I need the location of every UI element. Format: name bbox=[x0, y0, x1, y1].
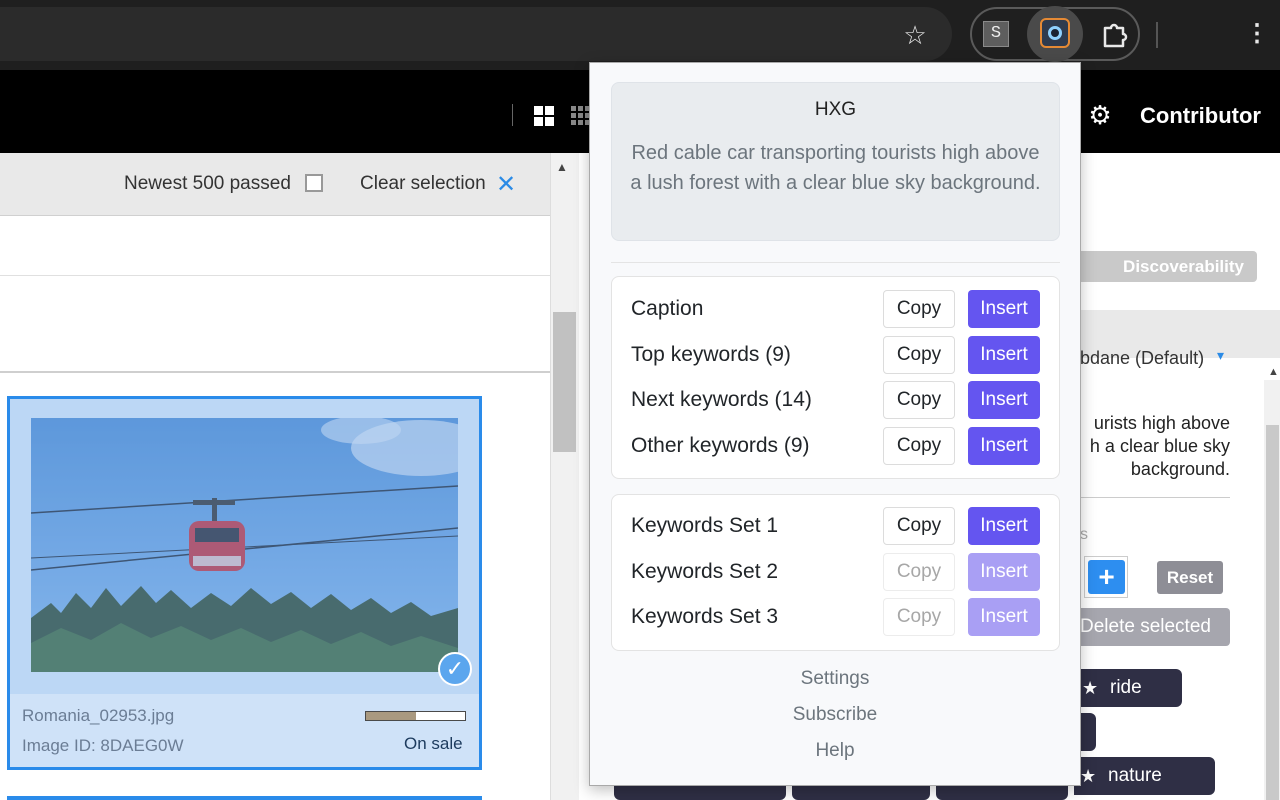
left-scrollbar-thumb[interactable] bbox=[553, 312, 576, 452]
clear-selection-button[interactable]: Clear selection bbox=[360, 173, 486, 195]
insert-top-keywords-button[interactable]: Insert bbox=[968, 336, 1040, 374]
keyword-tag[interactable] bbox=[614, 784, 786, 800]
bookmark-star-icon[interactable]: ☆ bbox=[897, 17, 933, 53]
keywords-set-3-label: Keywords Set 3 bbox=[631, 605, 779, 628]
keyword-tag[interactable]: ★ nature bbox=[1074, 757, 1215, 795]
subscribe-link[interactable]: Subscribe bbox=[589, 704, 1081, 726]
insert-set-1-button[interactable]: Insert bbox=[968, 507, 1040, 545]
keyword-tags-row bbox=[614, 784, 1074, 800]
language-caret-icon[interactable]: ▾ bbox=[1217, 347, 1224, 364]
extension-s-icon[interactable]: S bbox=[983, 21, 1009, 47]
keywords-set-2-label: Keywords Set 2 bbox=[631, 560, 779, 583]
copy-set-1-button[interactable]: Copy bbox=[883, 507, 955, 545]
description-line: urists high above bbox=[1093, 413, 1230, 433]
next-image-card[interactable] bbox=[7, 796, 482, 800]
image-status: On sale bbox=[404, 734, 463, 753]
keyword-tag-label: nature bbox=[1108, 765, 1162, 786]
selected-check-icon[interactable]: ✓ bbox=[438, 652, 472, 686]
copy-other-keywords-button[interactable]: Copy bbox=[883, 427, 955, 465]
newest-500-label: Newest 500 passed bbox=[124, 173, 291, 194]
divider bbox=[611, 262, 1060, 263]
divider bbox=[0, 275, 550, 276]
browser-menu-icon[interactable]: ⋮ bbox=[1245, 16, 1269, 52]
star-icon[interactable]: ★ bbox=[1080, 757, 1096, 795]
discoverability-tab[interactable]: Discoverability bbox=[1080, 251, 1257, 282]
copy-top-keywords-button[interactable]: Copy bbox=[883, 336, 955, 374]
scroll-up-arrow-icon[interactable]: ▲ bbox=[1268, 366, 1279, 378]
settings-link[interactable]: Settings bbox=[589, 668, 1081, 690]
copy-set-3-button[interactable]: Copy bbox=[883, 598, 955, 636]
address-bar[interactable] bbox=[0, 7, 952, 61]
image-id: Image ID: 8DAEG0W bbox=[22, 736, 184, 755]
puzzle-extensions-icon[interactable] bbox=[1097, 16, 1133, 52]
insert-next-keywords-button[interactable]: Insert bbox=[968, 381, 1040, 419]
settings-gear-icon[interactable]: ⚙ bbox=[1086, 100, 1114, 130]
contributor-label[interactable]: Contributor bbox=[1140, 103, 1261, 129]
mosaic-view-icon[interactable] bbox=[534, 106, 554, 126]
other-keywords-label: Other keywords (9) bbox=[631, 434, 810, 457]
copy-set-2-button[interactable]: Copy bbox=[883, 553, 955, 591]
description-line: background. bbox=[1130, 459, 1230, 479]
image-card-footer bbox=[10, 694, 479, 767]
caption-label: Caption bbox=[631, 297, 704, 320]
description-text: urists high above h a clear blue sky bac… bbox=[1080, 412, 1230, 481]
right-scrollbar-thumb[interactable] bbox=[1266, 425, 1279, 800]
star-icon[interactable]: ★ bbox=[1082, 669, 1098, 707]
description-line: h a clear blue sky bbox=[1089, 436, 1230, 456]
next-keywords-label: Next keywords (14) bbox=[631, 388, 812, 411]
clear-selection-icon[interactable]: ✕ bbox=[496, 170, 516, 199]
left-scrollbar[interactable] bbox=[550, 153, 579, 800]
help-link[interactable]: Help bbox=[589, 740, 1081, 762]
reset-button[interactable]: Reset bbox=[1157, 561, 1223, 594]
review-progress-fill bbox=[366, 712, 416, 720]
delete-selected-button[interactable]: Delete selected bbox=[1080, 608, 1230, 646]
toolbar-separator bbox=[1156, 22, 1158, 48]
divider bbox=[0, 371, 550, 373]
keyword-tag[interactable] bbox=[792, 784, 930, 800]
insert-other-keywords-button[interactable]: Insert bbox=[968, 427, 1040, 465]
selection-overlay bbox=[31, 418, 458, 672]
header-divider bbox=[512, 104, 513, 126]
image-filename: Romania_02953.jpg bbox=[22, 706, 175, 725]
copy-next-keywords-button[interactable]: Copy bbox=[883, 381, 955, 419]
newest-500-checkbox[interactable] bbox=[305, 174, 323, 192]
keyword-tag[interactable] bbox=[936, 784, 1068, 800]
keyword-tag-label: ride bbox=[1110, 677, 1142, 698]
divider bbox=[1080, 497, 1230, 498]
top-keywords-label: Top keywords (9) bbox=[631, 343, 791, 366]
add-keyword-button[interactable]: + bbox=[1088, 560, 1125, 594]
review-progress-bar bbox=[365, 711, 466, 721]
caption-summary-text: Red cable car transporting tourists high… bbox=[630, 142, 1041, 194]
keywords-label-fragment: s bbox=[1080, 526, 1088, 543]
scroll-up-arrow-icon[interactable]: ▲ bbox=[556, 160, 568, 174]
popup-title: HXG bbox=[814, 99, 857, 120]
camera-extension-icon[interactable] bbox=[1040, 18, 1070, 48]
keyword-tag[interactable]: ★ ride bbox=[1076, 669, 1182, 707]
keywords-set-1-label: Keywords Set 1 bbox=[631, 514, 779, 537]
insert-set-3-button[interactable]: Insert bbox=[968, 598, 1040, 636]
insert-caption-button[interactable]: Insert bbox=[968, 290, 1040, 328]
copy-caption-button[interactable]: Copy bbox=[883, 290, 955, 328]
insert-set-2-button[interactable]: Insert bbox=[968, 553, 1040, 591]
grid-view-icon[interactable] bbox=[571, 106, 591, 126]
language-select[interactable]: bdane (Default) bbox=[1080, 348, 1230, 370]
